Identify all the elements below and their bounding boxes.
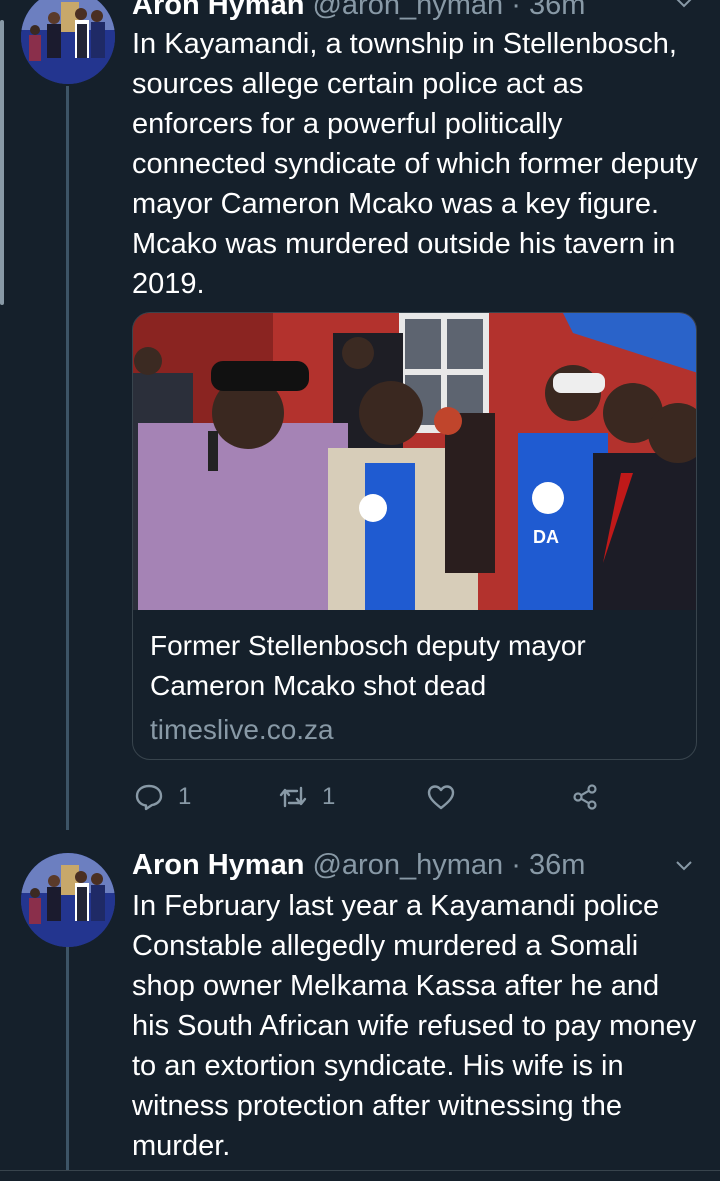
separator: · xyxy=(511,0,521,21)
avatar-photo xyxy=(21,853,115,947)
card-title[interactable]: Former Stellenbosch deputy mayor Cameron… xyxy=(150,626,680,706)
chevron-down-icon[interactable] xyxy=(674,855,694,875)
thread-connector xyxy=(66,86,69,830)
share-button[interactable] xyxy=(570,780,600,814)
thread-connector xyxy=(66,945,69,1170)
avatar[interactable] xyxy=(21,853,115,947)
divider xyxy=(0,1170,720,1171)
author-handle[interactable]: @aron_hyman xyxy=(312,0,503,21)
tweet-text: In Kayamandi, a township in Stellenbosch… xyxy=(132,28,698,300)
card-image[interactable]: DA xyxy=(133,313,697,610)
link-card[interactable]: DA Former Stellenbosch deputy mayor Came… xyxy=(132,312,697,760)
tweet-text: In February last year a Kayamandi police… xyxy=(132,890,697,1162)
card-domain: timeslive.co.za xyxy=(150,714,334,745)
tweet-header: Aron Hyman @aron_hyman · 36m xyxy=(132,0,585,24)
author-name[interactable]: Aron Hyman xyxy=(132,0,304,21)
scroll-indicator[interactable] xyxy=(0,20,4,305)
avatar[interactable] xyxy=(21,0,115,84)
heart-icon xyxy=(427,785,455,810)
tweet-header: Aron Hyman @aron_hyman · 36m xyxy=(132,846,585,884)
reply-button[interactable]: 1 xyxy=(134,780,191,814)
share-icon xyxy=(573,784,597,810)
chevron-down-icon[interactable] xyxy=(674,0,694,12)
separator: · xyxy=(511,849,521,881)
reply-icon xyxy=(135,784,163,811)
retweet-button[interactable]: 1 xyxy=(278,780,335,814)
author-name[interactable]: Aron Hyman xyxy=(132,849,304,881)
reply-count: 1 xyxy=(178,783,192,810)
author-handle[interactable]: @aron_hyman xyxy=(312,849,503,881)
retweet-count: 1 xyxy=(322,783,336,810)
retweet-icon xyxy=(279,786,307,808)
card-image-sign: DA xyxy=(533,527,559,547)
timestamp[interactable]: 36m xyxy=(529,0,585,21)
like-button[interactable] xyxy=(426,780,470,814)
timestamp[interactable]: 36m xyxy=(529,849,585,881)
avatar-photo xyxy=(21,0,115,84)
